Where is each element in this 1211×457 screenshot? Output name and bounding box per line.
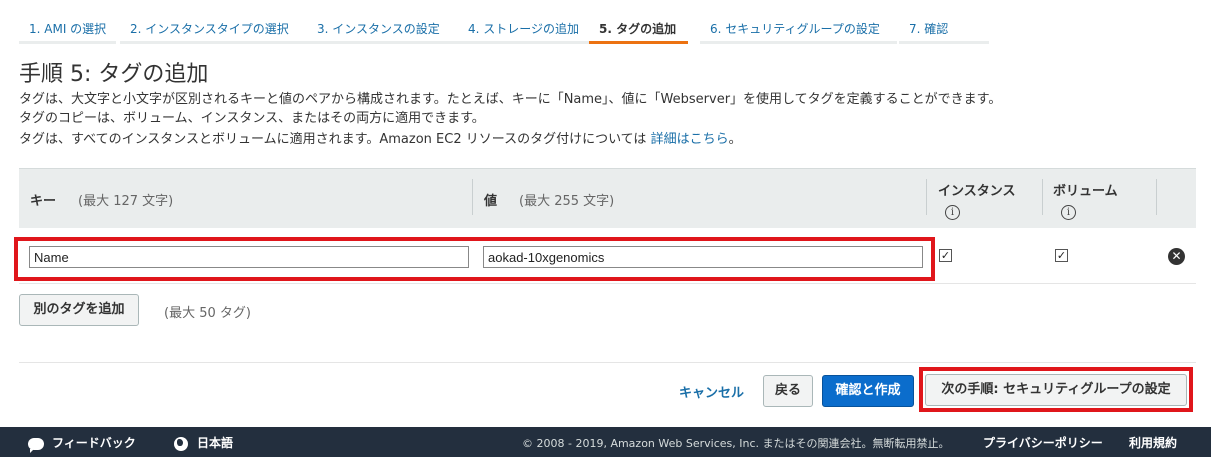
review-and-launch-button[interactable]: 確認と作成 <box>822 375 914 407</box>
info-icon[interactable]: i <box>945 205 960 220</box>
info-icon[interactable]: i <box>1061 205 1076 220</box>
description-line-1: タグは、大文字と小文字が区別されるキーと値のペアから構成されます。たとえば、キー… <box>19 92 1002 107</box>
feedback-label: フィードバック <box>52 436 136 450</box>
cancel-button[interactable]: キャンセル <box>679 382 744 401</box>
volume-checkbox[interactable]: ✓ <box>1055 249 1068 262</box>
step-tags[interactable]: 5. タグの追加 <box>589 14 688 44</box>
description-end: 。 <box>728 132 742 147</box>
terms-of-use-link[interactable]: 利用規約 <box>1129 434 1177 451</box>
value-limit-hint: (最大 255 文字) <box>519 194 615 209</box>
chat-bubble-icon <box>28 437 44 453</box>
column-divider <box>1042 179 1043 215</box>
instance-checkbox[interactable]: ✓ <box>939 249 952 262</box>
page-title: 手順 5: タグの追加 <box>19 62 209 87</box>
highlight-box <box>14 237 935 281</box>
instance-column-header: インスタンス i <box>938 184 1016 220</box>
description-line-2: タグのコピーは、ボリューム、インスタンス、またはその両方に適用できます。 <box>19 111 485 126</box>
key-limit-hint: (最大 127 文字) <box>78 194 174 209</box>
column-divider <box>1156 179 1157 215</box>
learn-more-link[interactable]: 詳細はこちら <box>651 132 729 147</box>
step-configure-instance[interactable]: 3. インスタンスの設定 <box>307 14 467 44</box>
next-security-group-button[interactable]: 次の手順: セキュリティグループの設定 <box>925 374 1187 406</box>
divider <box>19 362 1196 363</box>
step-instance-type[interactable]: 2. インスタンスタイプの選択 <box>120 14 316 44</box>
description-line-3: タグは、すべてのインスタンスとボリュームに適用されます。Amazon EC2 リ… <box>19 128 742 147</box>
step-ami[interactable]: 1. AMI の選択 <box>19 14 116 44</box>
tag-limit-hint: (最大 50 タグ) <box>164 306 251 321</box>
footer: フィードバック 日本語 © 2008 - 2019, Amazon Web Se… <box>0 427 1211 457</box>
back-button[interactable]: 戻る <box>763 375 813 407</box>
column-divider <box>472 179 473 215</box>
feedback-link[interactable]: フィードバック <box>28 434 136 453</box>
volume-column-header: ボリューム i <box>1053 184 1118 220</box>
key-column-header: キー (最大 127 文字) <box>30 194 174 209</box>
tag-table-header: キー (最大 127 文字) 値 (最大 255 文字) インスタンス i ボリュー… <box>19 168 1196 228</box>
language-label: 日本語 <box>197 436 234 450</box>
step-storage[interactable]: 4. ストレージの追加 <box>458 14 598 44</box>
globe-icon <box>174 436 188 451</box>
language-selector[interactable]: 日本語 <box>174 434 233 451</box>
remove-tag-icon[interactable]: ✕ <box>1168 248 1185 265</box>
description-text: タグは、すべてのインスタンスとボリュームに適用されます。Amazon EC2 リ… <box>19 132 647 147</box>
step-review[interactable]: 7. 確認 <box>899 14 989 44</box>
privacy-policy-link[interactable]: プライバシーポリシー <box>983 434 1103 451</box>
value-column-header: 値 (最大 255 文字) <box>484 194 615 209</box>
step-security-group[interactable]: 6. セキュリティグループの設定 <box>700 14 897 44</box>
add-tag-button[interactable]: 別のタグを追加 <box>19 294 139 326</box>
column-divider <box>926 179 927 215</box>
copyright-text: © 2008 - 2019, Amazon Web Services, Inc.… <box>522 437 950 450</box>
